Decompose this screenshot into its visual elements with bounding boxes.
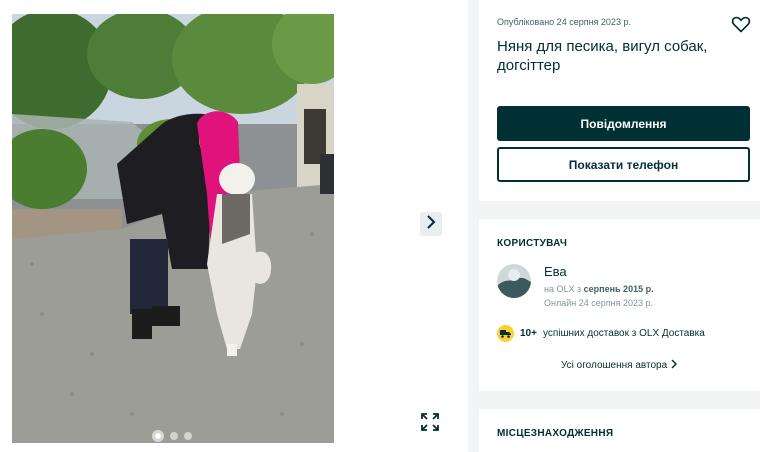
member-since: на OLX з серпень 2015 р. — [544, 284, 654, 294]
next-photo-button[interactable] — [420, 212, 442, 236]
chevron-right-icon — [671, 359, 678, 372]
user-section-title: КОРИСТУВАЧ — [497, 238, 568, 249]
listing-photo[interactable] — [12, 14, 334, 443]
avatar[interactable] — [497, 264, 531, 298]
ad-title: Няня для песика, вигул собак, догсіттер — [497, 38, 708, 74]
delivery-stats: 10+ успішних доставок з OLX Доставка — [497, 325, 705, 342]
expand-icon — [421, 412, 439, 436]
published-date: Опубліковано 24 серпня 2023 р. — [497, 17, 631, 27]
delivery-count: 10+ — [520, 328, 537, 339]
member-since-prefix: на OLX з — [544, 284, 582, 294]
slide-dot[interactable] — [184, 432, 192, 440]
slide-dot-active[interactable] — [152, 430, 164, 442]
ad-summary-card: Опубліковано 24 серпня 2023 р. Няня для … — [479, 0, 760, 201]
delivery-text: успішних доставок з OLX Доставка — [542, 328, 705, 339]
location-section-title: МІСЦЕЗНАХОДЖЕННЯ — [497, 428, 614, 439]
chevron-right-icon — [426, 214, 436, 234]
slide-dot[interactable] — [170, 432, 178, 440]
all-ads-label: Усі оголошення автора — [561, 360, 668, 371]
user-card: КОРИСТУВАЧ Ева на OLX з серпень 2015 р. … — [479, 219, 760, 391]
last-online: Онлайн 24 серпня 2023 р. — [544, 298, 653, 308]
user-name[interactable]: Ева — [544, 264, 567, 279]
favorite-button[interactable] — [731, 14, 751, 34]
heart-icon — [731, 16, 751, 38]
location-card: МІСЦЕЗНАХОДЖЕННЯ — [479, 409, 760, 452]
slide-indicator — [152, 430, 192, 442]
delivery-truck-icon — [497, 325, 514, 342]
photo-gallery — [0, 0, 468, 452]
show-phone-button[interactable]: Показати телефон — [497, 147, 750, 182]
member-since-value: серпень 2015 р. — [583, 284, 654, 294]
message-button[interactable]: Повідомлення — [497, 106, 750, 141]
all-author-ads-link[interactable]: Усі оголошення автора — [561, 359, 678, 372]
fullscreen-button[interactable] — [418, 412, 442, 436]
